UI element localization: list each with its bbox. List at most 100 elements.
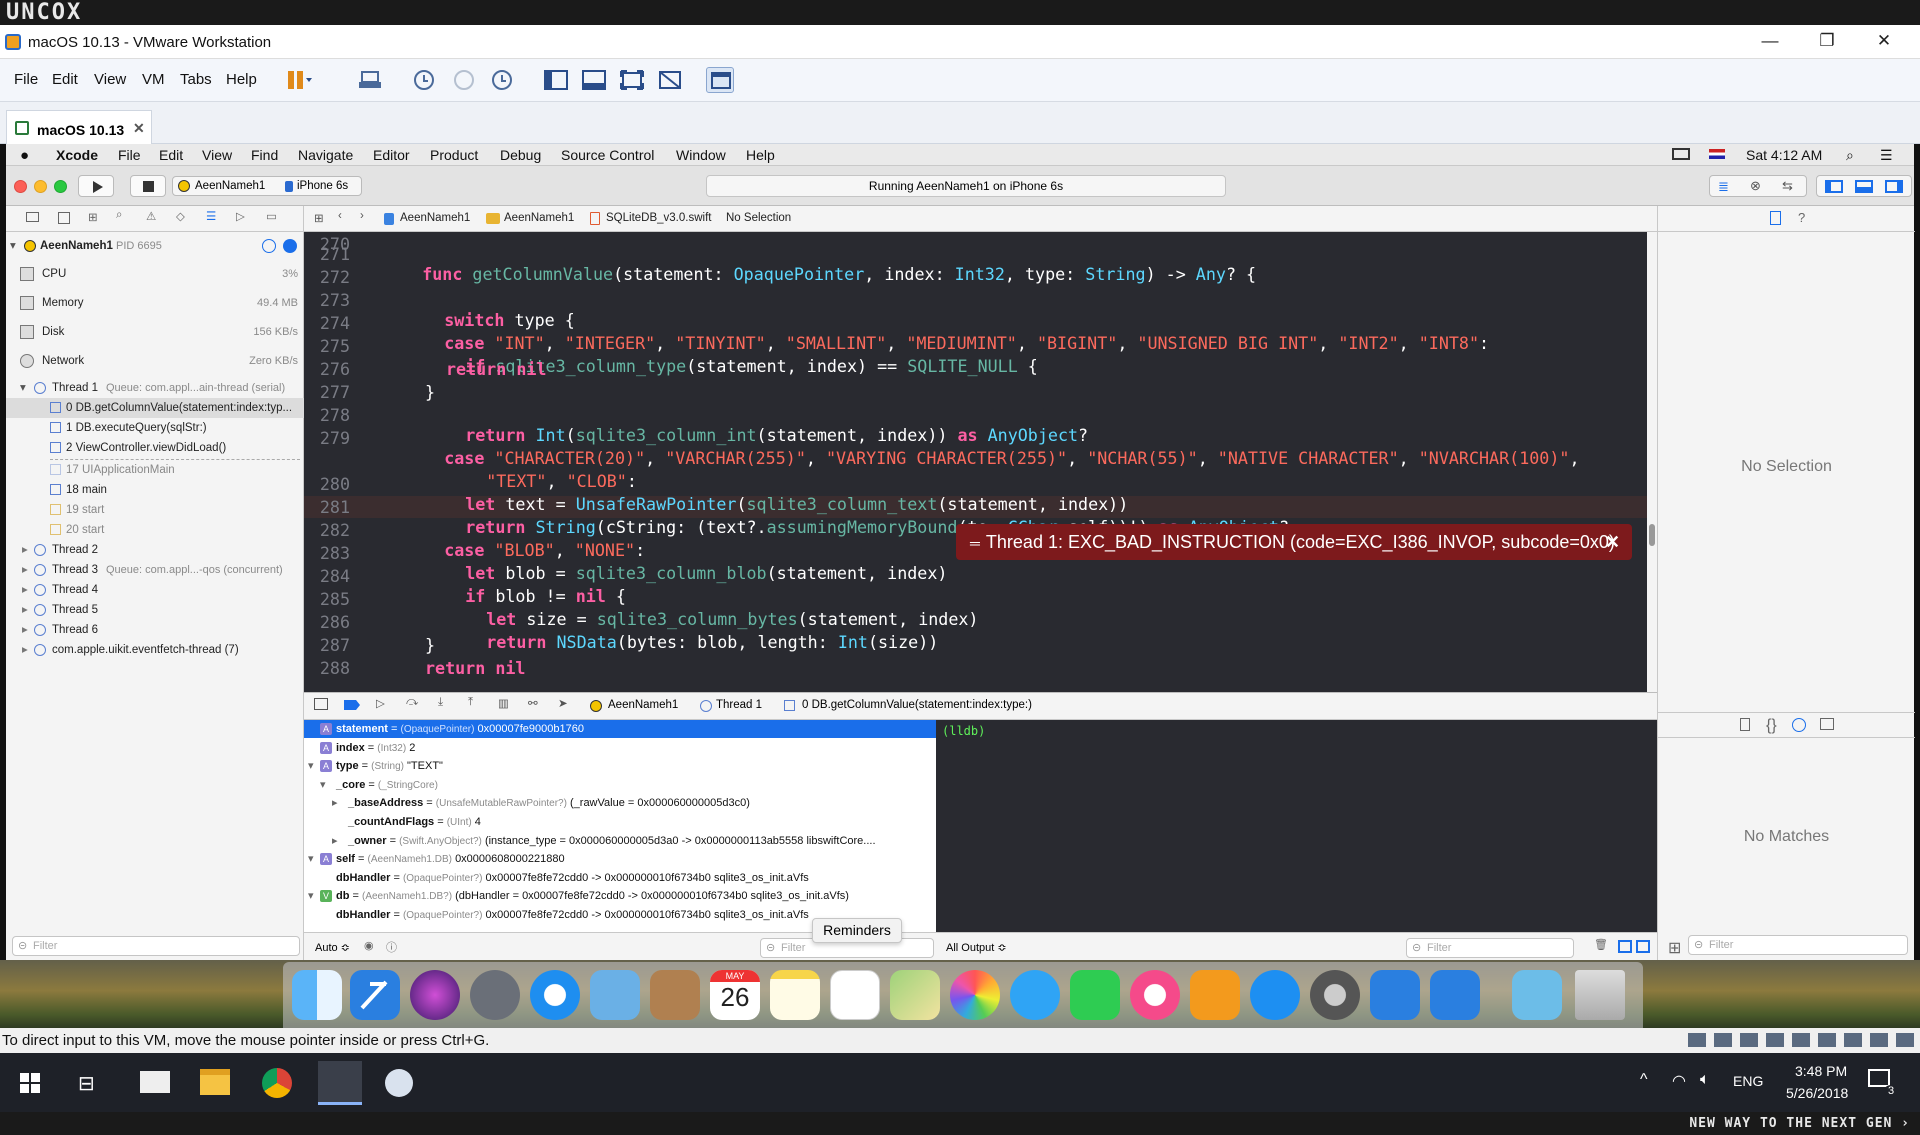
- object-library-icon[interactable]: [1792, 718, 1806, 732]
- safari-icon[interactable]: [530, 970, 580, 1020]
- memory-graph-icon[interactable]: ⚯: [528, 696, 538, 710]
- send-ctrl-alt-del-icon[interactable]: [356, 67, 384, 93]
- fullscreen-icon[interactable]: [618, 67, 646, 93]
- tray-chevron-icon[interactable]: ^: [1640, 1071, 1648, 1089]
- menu-tabs[interactable]: Tabs: [180, 71, 212, 88]
- step-into-icon[interactable]: ⤓: [438, 696, 443, 709]
- code-snippet-icon[interactable]: {}: [1766, 717, 1777, 735]
- media-library-icon[interactable]: [1820, 718, 1834, 730]
- volume-icon[interactable]: 🔈︎: [1700, 1071, 1710, 1089]
- frame-row[interactable]: 1 DB.executeQuery(sqlStr:): [6, 418, 304, 438]
- navigator-toggle-icon[interactable]: [1825, 180, 1843, 193]
- scrollbar-thumb[interactable]: [1649, 524, 1655, 546]
- menu-debug[interactable]: Debug: [500, 147, 541, 163]
- forward-icon[interactable]: ›: [360, 210, 364, 222]
- windows-start-icon[interactable]: [20, 1073, 40, 1093]
- thread-row[interactable]: ▸ com.apple.uikit.eventfetch-thread (7): [6, 640, 304, 660]
- menu-window[interactable]: Window: [676, 147, 726, 163]
- messages-icon[interactable]: [1010, 970, 1060, 1020]
- itunes-icon[interactable]: [1130, 970, 1180, 1020]
- menu-file[interactable]: File: [118, 147, 141, 163]
- task-view-icon[interactable]: ⊟: [78, 1071, 95, 1096]
- gauge-network[interactable]: Network Zero KB/s: [6, 351, 304, 371]
- unity-icon[interactable]: [656, 67, 684, 93]
- contacts-icon[interactable]: [650, 970, 700, 1020]
- spotlight-icon[interactable]: ⌕: [1846, 147, 1854, 164]
- menu-file[interactable]: File: [14, 71, 38, 88]
- facetime-icon[interactable]: [1070, 970, 1120, 1020]
- utilities-toggle-icon[interactable]: [1885, 180, 1903, 193]
- vmware-taskbar-icon[interactable]: [318, 1061, 362, 1105]
- device-status-icons[interactable]: [1688, 1033, 1914, 1047]
- standard-editor-icon[interactable]: ≣: [1718, 179, 1729, 195]
- view-hierarchy-icon[interactable]: ▥: [498, 696, 509, 710]
- gauge-memory[interactable]: Memory 49.4 MB: [6, 293, 304, 313]
- debug-crumb-frame[interactable]: 0 DB.getColumnValue(statement:index:type…: [802, 699, 1032, 711]
- source-control-icon[interactable]: [58, 212, 70, 224]
- debug-navigator-icon[interactable]: ☰: [206, 209, 216, 223]
- console-filter[interactable]: ⊝ Filter: [1406, 938, 1574, 958]
- source-editor[interactable]: 270 271 272 273 274 275 276 277 278 279 280 281 282…: [304, 232, 1647, 692]
- version-editor-icon[interactable]: ⇆: [1782, 178, 1793, 194]
- wifi-icon[interactable]: ◠: [1672, 1071, 1686, 1091]
- finder-icon[interactable]: [292, 970, 342, 1020]
- pause-icon[interactable]: [284, 67, 312, 93]
- show-console-icon[interactable]: [1636, 940, 1650, 953]
- menu-xcode[interactable]: Xcode: [56, 147, 98, 163]
- process-row[interactable]: ▾ AeenNameh1 PID 6695: [6, 236, 304, 256]
- thread-row[interactable]: ▸ Thread 5: [6, 600, 304, 620]
- disclosure-icon[interactable]: ▸: [332, 832, 338, 850]
- menu-navigate[interactable]: Navigate: [298, 147, 353, 163]
- thread-row[interactable]: ▸ Thread 2: [6, 540, 304, 560]
- breakpoint-navigator-icon[interactable]: ▷: [236, 209, 245, 223]
- file-inspector-icon[interactable]: [1770, 211, 1781, 225]
- variable-row[interactable]: ▾ Aself = (AeenNameh1.DB) 0x0000608000221…: [304, 850, 936, 868]
- disclosure-icon[interactable]: ▾: [308, 850, 314, 868]
- thread-row[interactable]: ▸ Thread 6: [6, 620, 304, 640]
- close-tab-icon[interactable]: ✕: [133, 120, 145, 137]
- photos-icon[interactable]: [950, 970, 1000, 1020]
- variable-row[interactable]: _countAndFlags = (UInt) 4: [304, 813, 936, 831]
- simulator-icon[interactable]: [1430, 970, 1480, 1020]
- assistant-editor-icon[interactable]: ⊗: [1750, 178, 1761, 194]
- disclosure-icon[interactable]: ▾: [308, 757, 314, 775]
- stop-button[interactable]: [130, 175, 166, 197]
- tab-macos[interactable]: macOS 10.13 ✕: [6, 110, 152, 144]
- menu-editor[interactable]: Editor: [373, 147, 410, 163]
- chrome-icon[interactable]: [262, 1068, 292, 1098]
- error-annotation[interactable]: ═ Thread 1: EXC_BAD_INSTRUCTION (code=EXC…: [956, 524, 1632, 560]
- jump-group[interactable]: AeenNameh1: [504, 212, 574, 224]
- restore-button[interactable]: ❐: [1812, 31, 1842, 53]
- frame-row[interactable]: 19 start: [6, 500, 304, 520]
- frame-row-selected[interactable]: 0 DB.getColumnValue(statement:index:typ.…: [6, 398, 304, 418]
- debug-crumb-thread[interactable]: Thread 1: [716, 699, 762, 711]
- auto-scope-selector[interactable]: Auto ≎: [315, 941, 350, 954]
- snapshot-manager-icon[interactable]: [488, 67, 516, 93]
- quick-help-icon[interactable]: ?: [1798, 210, 1805, 225]
- frame-row[interactable]: 18 main: [6, 480, 304, 500]
- debug-area-toggle-icon[interactable]: [1855, 180, 1873, 193]
- thumbnail-bar-icon[interactable]: [580, 67, 608, 93]
- xcode-icon[interactable]: [350, 970, 400, 1020]
- run-button[interactable]: [78, 175, 114, 197]
- library-filter[interactable]: ⊝ Filter: [1688, 935, 1908, 955]
- calendar-icon[interactable]: MAY 26: [710, 970, 760, 1020]
- language-indicator[interactable]: ENG: [1733, 1073, 1763, 1089]
- editor-scrollbar[interactable]: [1647, 232, 1657, 692]
- debug-crumb-app[interactable]: AeenNameh1: [608, 699, 678, 711]
- gauge-cpu[interactable]: CPU 3%: [6, 264, 304, 284]
- flag-icon[interactable]: [1709, 149, 1725, 159]
- snapshot-icon[interactable]: [410, 67, 438, 93]
- mail-app-icon[interactable]: [140, 1071, 170, 1093]
- thread-row[interactable]: ▸ Thread 4: [6, 580, 304, 600]
- jump-file[interactable]: SQLiteDB_v3.0.swift: [606, 212, 711, 224]
- file-template-icon[interactable]: [1740, 718, 1750, 731]
- mail-icon[interactable]: [590, 970, 640, 1020]
- menu-clock[interactable]: Sat 4:12 AM: [1746, 147, 1822, 163]
- output-selector[interactable]: All Output ≎: [946, 941, 1007, 954]
- xcode-running-icon[interactable]: [1370, 970, 1420, 1020]
- variable-row[interactable]: Aindex = (Int32) 2: [304, 739, 936, 757]
- step-out-icon[interactable]: ⤒: [468, 696, 473, 709]
- minimize-light-icon[interactable]: [34, 180, 47, 193]
- scheme-selector[interactable]: AeenNameh1 iPhone 6s: [172, 176, 362, 196]
